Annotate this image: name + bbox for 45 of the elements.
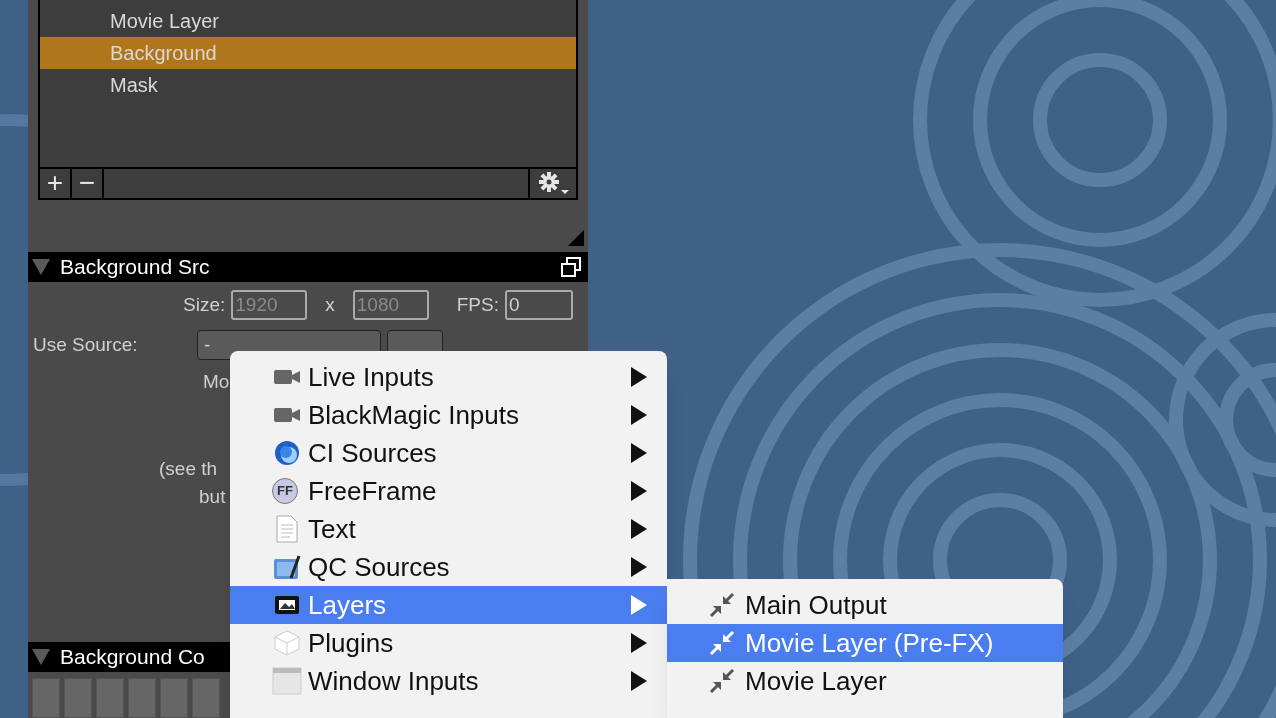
use-source-label: Use Source:: [33, 332, 139, 357]
grid-cell[interactable]: [192, 678, 220, 718]
menu-item[interactable]: Window Inputs: [230, 662, 667, 700]
fps-field[interactable]: 0: [505, 290, 573, 320]
sphere-icon: [274, 440, 300, 466]
grid-cell[interactable]: [96, 678, 124, 718]
menu-item[interactable]: CI Sources: [230, 434, 667, 472]
menu-item[interactable]: QC Sources: [230, 548, 667, 586]
video-camera-icon: [273, 405, 301, 425]
document-icon: [276, 515, 298, 543]
panel-title: Background Src: [60, 254, 210, 281]
disclosure-triangle-icon[interactable]: [32, 649, 50, 665]
list-item[interactable]: Mask: [40, 69, 576, 101]
info-text: but: [199, 485, 226, 509]
menu-item[interactable]: Main Output: [667, 586, 1063, 624]
disclosure-triangle-icon[interactable]: [32, 259, 50, 275]
video-camera-icon: [273, 367, 301, 387]
grid-cell[interactable]: [160, 678, 188, 718]
grid-cell[interactable]: [128, 678, 156, 718]
menu-item[interactable]: Text: [230, 510, 667, 548]
info-text: Mo: [203, 370, 230, 394]
panel-title: Background Co: [60, 644, 205, 671]
window-icon: [272, 667, 302, 695]
menu-item[interactable]: Movie Layer: [667, 662, 1063, 700]
menu-item[interactable]: Movie Layer (Pre-FX): [667, 624, 1063, 662]
collapse-arrows-icon: [709, 668, 735, 694]
menu-item[interactable]: Live Inputs: [230, 358, 667, 396]
composer-icon: [273, 553, 301, 581]
info-text: (see th: [159, 457, 218, 481]
plugin-box-icon: [273, 630, 301, 656]
menu-item[interactable]: Plugins: [230, 624, 667, 662]
grid-cell[interactable]: [32, 678, 60, 718]
menu-item[interactable]: BlackMagic Inputs: [230, 396, 667, 434]
size-label: Size:: [183, 292, 226, 317]
detach-window-icon[interactable]: [560, 256, 582, 278]
fps-label: FPS:: [456, 292, 499, 317]
menu-item[interactable]: Layers: [230, 586, 667, 624]
collapse-arrows-icon: [709, 630, 735, 656]
resize-handle-icon[interactable]: [568, 230, 584, 246]
times-label: x: [325, 292, 335, 317]
menu-item[interactable]: FF FreeFrame: [230, 472, 667, 510]
list-item[interactable]: Movie Layer: [40, 5, 576, 37]
grid-cell[interactable]: [64, 678, 92, 718]
freeframe-badge-icon: FF: [272, 478, 298, 504]
collapse-arrows-icon: [709, 592, 735, 618]
